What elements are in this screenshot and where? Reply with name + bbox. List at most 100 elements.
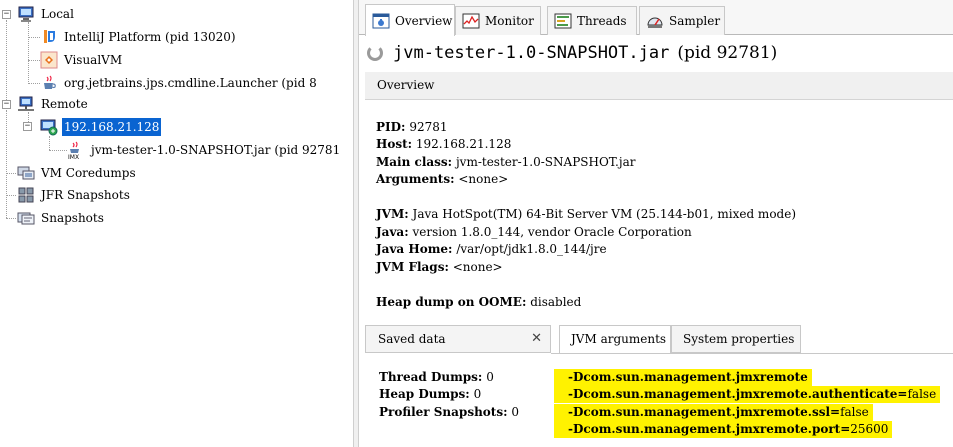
info-value: version 1.8.0_144, vendor Oracle Corpora… xyxy=(412,225,692,239)
info-value: <none> xyxy=(458,172,509,186)
jvm-argument-key: -Dcom.sun.management.jmxremote.ssl= xyxy=(568,405,841,419)
tree-node-remote[interactable]: Remote xyxy=(17,94,90,114)
tree-node-visualvm[interactable]: VisualVM xyxy=(40,50,124,70)
overview-icon xyxy=(372,12,390,30)
info-value: jvm-tester-1.0-SNAPSHOT.jar xyxy=(455,155,636,169)
tab-jvm-arguments[interactable]: JVM arguments xyxy=(559,325,671,354)
computer-icon xyxy=(17,5,35,23)
tab-sampler[interactable]: Sampler xyxy=(639,6,725,35)
saved-profiler-snapshots: Profiler Snapshots: 0 xyxy=(379,404,519,421)
tree-node-jfr[interactable]: JFR Snapshots xyxy=(17,185,132,205)
tree-guide-line xyxy=(6,20,7,104)
info-label: Java: xyxy=(376,225,409,239)
collapse-toggle-host[interactable]: − xyxy=(23,122,32,131)
tree-guide-line xyxy=(28,60,40,61)
tree-node-intellij[interactable]: IntelliJ Platform (pid 13020) xyxy=(40,27,238,47)
tree-guide-line xyxy=(28,37,40,38)
info-heap-dump-oome: Heap dump on OOME: disabled xyxy=(376,294,581,311)
tab-threads[interactable]: Threads xyxy=(547,6,637,35)
tree-node-label: Remote xyxy=(41,97,88,111)
tree-guide-line xyxy=(6,173,16,174)
tree-guide-line xyxy=(6,218,16,219)
info-label: Main class: xyxy=(376,155,453,169)
info-value: disabled xyxy=(530,295,582,309)
info-value: 92781 xyxy=(409,120,448,134)
info-label: Arguments: xyxy=(376,172,455,186)
tree-node-snapshots[interactable]: Snapshots xyxy=(17,208,106,228)
tab-monitor[interactable]: Monitor xyxy=(455,6,541,35)
tree-node-label: org.jetbrains.jps.cmdline.Launcher (pid … xyxy=(64,76,317,90)
section-title: Overview xyxy=(377,78,435,92)
tree-guide-line xyxy=(28,83,40,84)
intellij-icon xyxy=(40,28,58,46)
application-tree[interactable]: − Local IntelliJ Platform (pid 13020) Vi… xyxy=(0,0,353,447)
tab-label: JVM arguments xyxy=(571,332,667,346)
collapse-toggle-local[interactable]: − xyxy=(2,10,11,19)
tree-node-label: jvm-tester-1.0-SNAPSHOT.jar (pid 92781 xyxy=(91,143,341,157)
coredump-icon xyxy=(17,164,35,182)
saved-value: 0 xyxy=(473,387,482,401)
info-java-home: Java Home: /var/opt/jdk1.8.0_144/jre xyxy=(376,241,607,258)
info-value: 192.168.21.128 xyxy=(415,137,512,151)
jvm-argument-value: false xyxy=(907,387,937,401)
tree-node-label: IntelliJ Platform (pid 13020) xyxy=(64,30,236,44)
tree-guide-line xyxy=(49,136,50,150)
collapse-toggle-remote[interactable]: − xyxy=(2,100,11,109)
jvm-argument-key: -Dcom.sun.management.jmxremote.port= xyxy=(568,422,851,436)
saved-value: 0 xyxy=(511,405,520,419)
tree-guide-line xyxy=(28,22,29,84)
info-arguments: Arguments: <none> xyxy=(376,171,508,188)
tree-node-coredumps[interactable]: VM Coredumps xyxy=(17,163,138,183)
info-label: Host: xyxy=(376,137,413,151)
saved-data-tab[interactable]: Saved data ✕ xyxy=(365,325,551,353)
monitor-icon xyxy=(462,12,480,30)
saved-thread-dumps: Thread Dumps: 0 xyxy=(379,369,494,386)
tree-node-label: VisualVM xyxy=(64,53,123,67)
jvm-argument-key: -Dcom.sun.management.jmxremote.authentic… xyxy=(568,387,908,401)
jfr-snapshot-icon xyxy=(17,186,35,204)
info-label: Heap dump on OOME: xyxy=(376,295,527,309)
tree-node-jar[interactable]: JMX jvm-tester-1.0-SNAPSHOT.jar (pid 927… xyxy=(67,140,342,161)
info-value: <none> xyxy=(452,260,503,274)
java-jar-icon: JMX xyxy=(67,141,85,161)
tree-node-label: 192.168.21.128 xyxy=(62,118,162,136)
tree-guide-line xyxy=(6,110,7,218)
jvm-argument: -Dcom.sun.management.jmxremote.ssl=false xyxy=(554,404,873,421)
info-label: PID: xyxy=(376,120,406,134)
info-main-class: Main class: jvm-tester-1.0-SNAPSHOT.jar xyxy=(376,154,635,171)
tab-label: Sampler xyxy=(669,14,721,28)
app-name: jvm-tester-1.0-SNAPSHOT.jar xyxy=(393,43,670,63)
info-jvm-flags: JVM Flags: <none> xyxy=(376,259,503,276)
info-host: Host: 192.168.21.128 xyxy=(376,136,511,153)
tab-label: Saved data xyxy=(378,332,446,346)
loading-spinner-icon xyxy=(367,45,383,61)
jvm-argument: -Dcom.sun.management.jmxremote.authentic… xyxy=(554,386,941,403)
network-computer-icon xyxy=(17,95,35,113)
saved-value: 0 xyxy=(486,370,494,384)
main-panel: Overview Monitor Threads Sampler jvm-tes… xyxy=(359,0,953,447)
saved-label: Heap Dumps: xyxy=(379,387,470,401)
tab-system-properties[interactable]: System properties xyxy=(671,325,801,353)
saved-label: Thread Dumps: xyxy=(379,370,483,384)
tab-label: Threads xyxy=(577,14,627,28)
jvm-argument-key: -Dcom.sun.management.jmxremote xyxy=(568,370,808,384)
info-label: JVM Flags: xyxy=(376,260,449,274)
saved-heap-dumps: Heap Dumps: 0 xyxy=(379,386,481,403)
tab-overview[interactable]: Overview xyxy=(365,4,455,36)
application-title: jvm-tester-1.0-SNAPSHOT.jar (pid 92781) xyxy=(367,40,777,66)
close-icon[interactable]: ✕ xyxy=(531,331,542,346)
info-label: JVM: xyxy=(376,207,409,221)
app-pid: (pid 92781) xyxy=(677,43,778,63)
tree-node-label: JFR Snapshots xyxy=(41,188,130,202)
overview-section-header[interactable]: Overview xyxy=(365,72,953,100)
tree-guide-line xyxy=(6,195,16,196)
threads-icon xyxy=(554,12,572,30)
java-cup-icon xyxy=(40,74,58,92)
jvm-argument: -Dcom.sun.management.jmxremote xyxy=(554,369,812,386)
info-java: Java: version 1.8.0_144, vendor Oracle C… xyxy=(376,224,692,241)
tree-node-launcher[interactable]: org.jetbrains.jps.cmdline.Launcher (pid … xyxy=(40,73,319,93)
tree-node-local[interactable]: Local xyxy=(17,4,76,24)
tab-label: Overview xyxy=(395,13,453,28)
tree-node-host[interactable]: 192.168.21.128 xyxy=(40,117,162,137)
tree-guide-line xyxy=(49,150,67,151)
